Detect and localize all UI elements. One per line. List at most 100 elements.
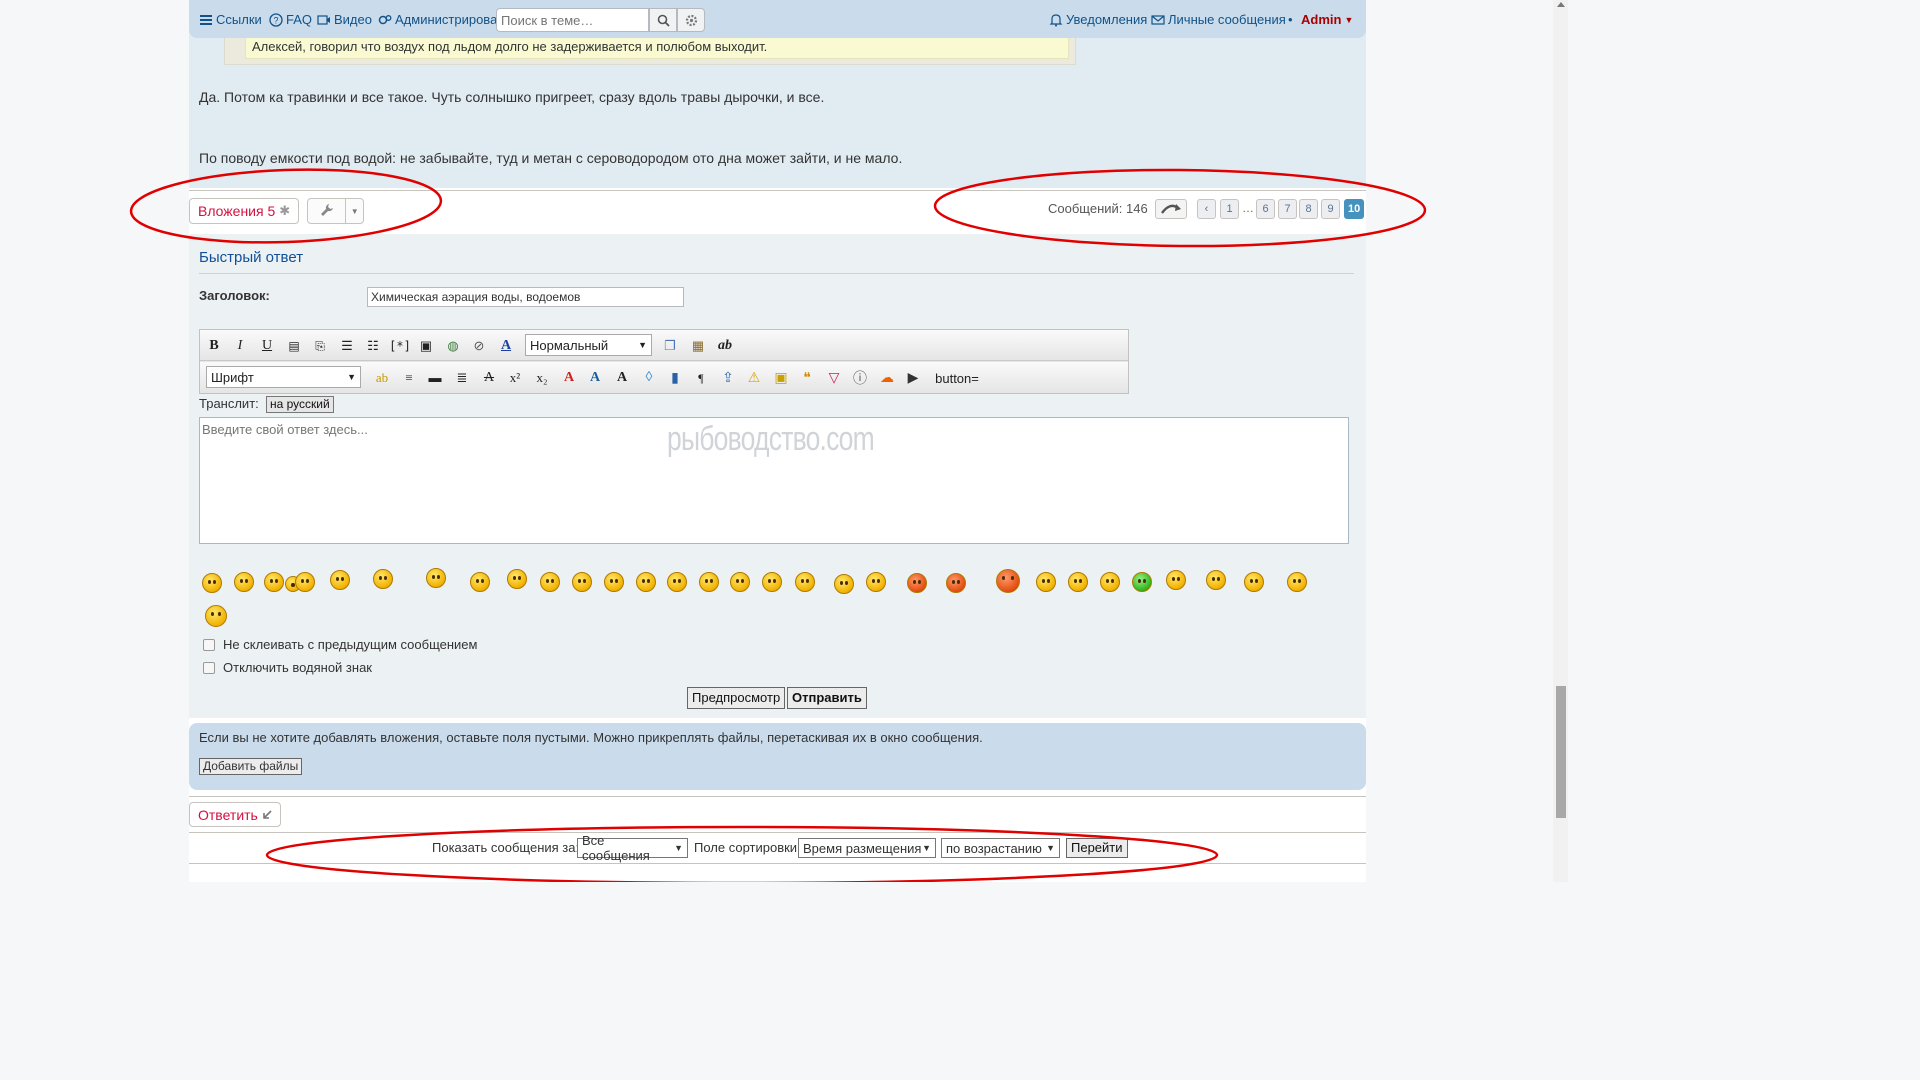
code-icon[interactable]: ⎘ — [310, 336, 330, 356]
play-icon[interactable]: ▶ — [903, 368, 923, 388]
smiley-icon[interactable] — [426, 568, 446, 588]
soundcloud-icon[interactable]: ☁ — [877, 368, 897, 388]
smiley-icon[interactable] — [1287, 572, 1307, 592]
no-merge-checkbox-row[interactable]: Не склеивать с предыдущим сообщением — [203, 637, 477, 652]
prev-page-button[interactable]: ‹ — [1197, 199, 1216, 219]
font-color-icon[interactable]: A — [496, 336, 516, 356]
smiley-icon[interactable] — [507, 569, 527, 589]
button-eq-button[interactable]: button= — [932, 368, 982, 388]
font-family-select[interactable]: Шрифт ▼ — [206, 366, 361, 388]
smiley-icon[interactable] — [604, 572, 624, 592]
smiley-icon[interactable] — [330, 570, 350, 590]
font-size-select[interactable]: Нормальный ▼ — [525, 334, 652, 356]
smiley-icon[interactable] — [295, 572, 315, 592]
page-button-active[interactable]: 10 — [1344, 199, 1365, 219]
font-shadow-icon[interactable]: A — [585, 368, 605, 388]
sort-order-select[interactable]: по возрастанию ▼ — [941, 838, 1060, 858]
image-icon[interactable]: ▣ — [416, 336, 436, 356]
page-button[interactable]: 8 — [1299, 199, 1318, 219]
page-button[interactable]: 6 — [1256, 199, 1275, 219]
page-scrollbar[interactable] — [1553, 0, 1568, 882]
go-button[interactable]: Перейти — [1066, 838, 1128, 858]
quote-icon[interactable]: ▤ — [284, 336, 304, 356]
translit-button[interactable]: на русский — [266, 396, 334, 413]
nav-video[interactable]: Видео — [317, 12, 372, 27]
align-center-icon[interactable]: ≡ — [399, 368, 419, 388]
nav-notifications[interactable]: Уведомления — [1049, 12, 1147, 27]
smiley-icon[interactable] — [795, 572, 815, 592]
add-files-button[interactable]: Добавить файлы — [199, 758, 303, 775]
nav-user-menu[interactable]: Admin ▼ — [1301, 12, 1353, 27]
show-posts-select[interactable]: Все сообщения ▼ — [577, 833, 688, 863]
page-button[interactable]: 1 — [1220, 199, 1239, 219]
underline-button[interactable]: U — [257, 336, 277, 356]
tools-dropdown[interactable]: ▼ — [307, 198, 364, 224]
subject-input[interactable]: Химическая аэрация воды, водоемов — [367, 287, 684, 307]
smiley-icon[interactable] — [540, 572, 560, 592]
smiley-icon[interactable] — [234, 572, 254, 592]
smiley-icon[interactable] — [946, 573, 966, 593]
smiley-icon[interactable] — [907, 573, 927, 593]
smiley-icon[interactable] — [1166, 570, 1186, 590]
list-item-icon[interactable]: [*] — [389, 336, 411, 356]
jump-to-page-button[interactable] — [1155, 199, 1187, 219]
no-merge-checkbox[interactable] — [203, 638, 215, 651]
smiley-icon[interactable] — [373, 569, 393, 589]
smiley-icon[interactable] — [636, 572, 656, 592]
no-watermark-checkbox-row[interactable]: Отключить водяной знак — [203, 660, 372, 675]
reply-button[interactable]: Ответить — [189, 802, 281, 827]
strikethrough-icon[interactable]: A — [479, 368, 499, 388]
no-watermark-checkbox[interactable] — [203, 661, 215, 674]
attachments-button[interactable]: Вложения 5 ✱ — [189, 198, 300, 224]
search-input[interactable] — [496, 8, 649, 32]
smiley-icon[interactable] — [205, 605, 227, 627]
bullet-list-icon[interactable]: ☰ — [337, 336, 357, 356]
paste-icon[interactable]: ▦ — [688, 336, 708, 356]
link-globe-icon[interactable]: ◍ — [443, 336, 463, 356]
copy-icon[interactable]: ❐ — [660, 336, 680, 356]
italic-button[interactable]: I — [230, 336, 250, 356]
subscript-icon[interactable]: x₂ — [532, 368, 552, 388]
scroll-thumb[interactable] — [1556, 686, 1566, 818]
lock-icon[interactable]: ▣ — [771, 368, 791, 388]
flash-icon[interactable]: ⊘ — [469, 336, 489, 356]
spellcheck-icon[interactable]: ab — [715, 336, 735, 356]
smiley-icon[interactable] — [1132, 572, 1152, 592]
paragraph-icon[interactable]: ¶ — [691, 368, 711, 388]
nav-links[interactable]: Ссылки — [199, 12, 262, 27]
sort-field-select[interactable]: Время размещения ▼ — [798, 838, 936, 858]
smiley-icon[interactable] — [866, 572, 886, 592]
nav-messages[interactable]: Личные сообщения — [1151, 12, 1286, 27]
smiley-icon[interactable] — [1206, 570, 1226, 590]
align-justify-icon[interactable]: ▬ — [425, 368, 445, 388]
smiley-icon[interactable] — [264, 572, 284, 592]
preview-button[interactable]: Предпросмотр — [687, 687, 786, 709]
superscript-icon[interactable]: x² — [505, 368, 525, 388]
submit-button[interactable]: Отправить — [787, 687, 867, 709]
align-right-icon[interactable]: ≣ — [452, 368, 472, 388]
nav-admin[interactable]: Администрирова — [378, 12, 497, 27]
smiley-icon[interactable] — [667, 572, 687, 592]
scroll-up-icon[interactable] — [1557, 2, 1565, 7]
smiley-icon[interactable] — [470, 572, 490, 592]
page-button[interactable]: 9 — [1321, 199, 1340, 219]
drop-icon[interactable]: ◊ — [639, 368, 659, 388]
smiley-icon[interactable] — [202, 573, 222, 593]
smiley-icon[interactable] — [834, 574, 854, 594]
speech-bubble-icon[interactable]: ❝ — [797, 368, 817, 388]
smiley-icon[interactable] — [572, 572, 592, 592]
search-button[interactable] — [649, 8, 677, 32]
smiley-icon[interactable] — [762, 572, 782, 592]
upload-icon[interactable]: ⇪ — [718, 368, 738, 388]
smiley-icon[interactable] — [699, 572, 719, 592]
nav-faq[interactable]: ? FAQ — [269, 12, 312, 27]
warning-icon[interactable]: ⚠ — [744, 368, 764, 388]
smiley-icon[interactable] — [730, 572, 750, 592]
smiley-icon[interactable] — [1244, 572, 1264, 592]
smiley-icon[interactable] — [996, 569, 1020, 593]
smiley-icon[interactable] — [1100, 572, 1120, 592]
advanced-search-button[interactable] — [677, 8, 705, 32]
font-glow-icon[interactable]: A — [612, 368, 632, 388]
highlight-icon[interactable]: ab — [372, 368, 392, 388]
gradient-icon[interactable]: ▮ — [665, 368, 685, 388]
